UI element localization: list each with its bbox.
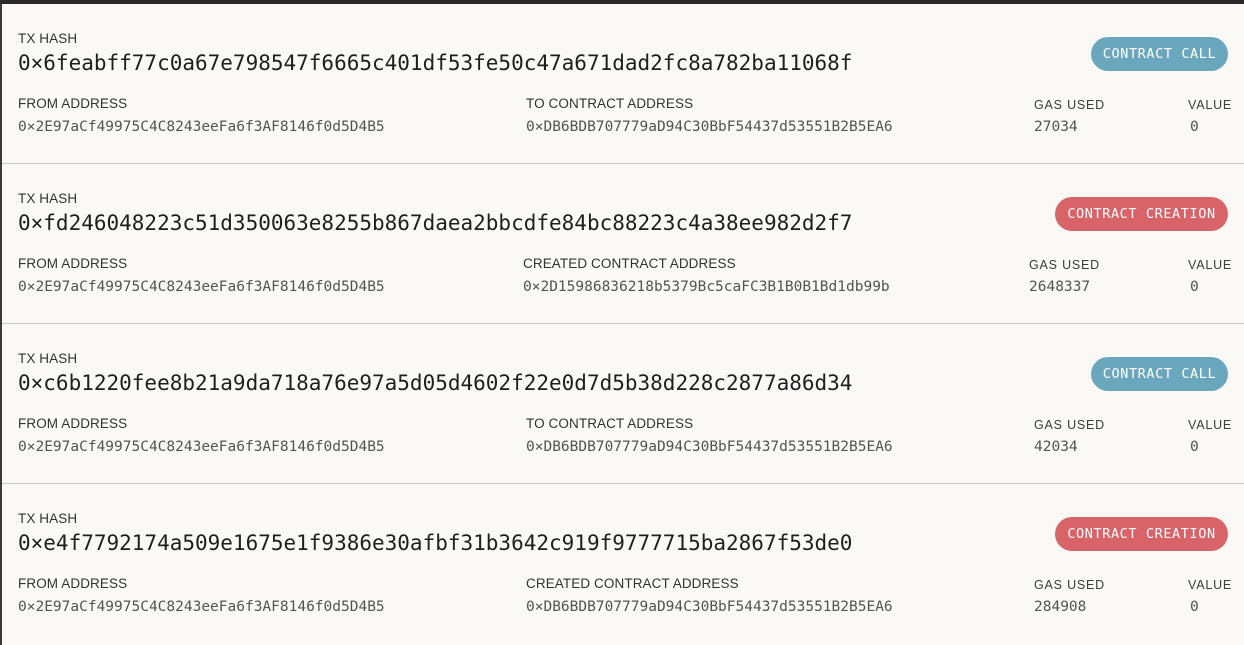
- tx-hash-value: 0×fd246048223c51d350063e8255b867daea2bbc…: [18, 211, 853, 235]
- transaction-item[interactable]: TX HASH 0×6feabff77c0a67e798547f6665c401…: [2, 4, 1244, 164]
- gas-used-value: 42034: [1034, 439, 1078, 455]
- from-address-label: FROM ADDRESS: [18, 416, 128, 431]
- to-contract-address-value: 0×DB6BDB707779aD94C30BbF54437d53551B2B5E…: [526, 119, 893, 135]
- value-label: VALUE: [1188, 418, 1233, 432]
- tx-hash-value: 0×e4f7792174a509e1675e1f9386e30afbf31b36…: [18, 531, 853, 555]
- value-value: 0: [1190, 439, 1199, 455]
- from-address-value: 0×2E97aCf49975C4C8243eeFa6f3AF8146f0d5D4…: [18, 439, 385, 455]
- gas-used-value: 27034: [1034, 119, 1078, 135]
- contract-creation-badge[interactable]: CONTRACT CREATION: [1055, 197, 1228, 231]
- from-address-value: 0×2E97aCf49975C4C8243eeFa6f3AF8146f0d5D4…: [18, 279, 385, 295]
- from-address-value: 0×2E97aCf49975C4C8243eeFa6f3AF8146f0d5D4…: [18, 119, 385, 135]
- gas-used-value: 284908: [1034, 599, 1087, 615]
- value-value: 0: [1190, 279, 1199, 295]
- created-contract-address-label: CREATED CONTRACT ADDRESS: [526, 576, 739, 591]
- created-contract-address-value: 0×2D15986836218b5379Bc5caFC3B1B0B1Bd1db9…: [523, 279, 890, 295]
- tx-hash-label: TX HASH: [18, 351, 78, 366]
- gas-used-label: GAS USED: [1029, 258, 1100, 272]
- value-label: VALUE: [1188, 98, 1233, 112]
- gas-used-label: GAS USED: [1034, 578, 1105, 592]
- to-contract-address-label: TO CONTRACT ADDRESS: [526, 416, 694, 431]
- tx-hash-value: 0×6feabff77c0a67e798547f6665c401df53fe50…: [18, 51, 853, 75]
- contract-call-badge[interactable]: CONTRACT CALL: [1091, 357, 1228, 391]
- tx-hash-label: TX HASH: [18, 511, 78, 526]
- value-label: VALUE: [1188, 578, 1233, 592]
- gas-used-label: GAS USED: [1034, 98, 1105, 112]
- from-address-label: FROM ADDRESS: [18, 96, 128, 111]
- created-contract-address-value: 0×DB6BDB707779aD94C30BbF54437d53551B2B5E…: [526, 599, 893, 615]
- transaction-item[interactable]: TX HASH 0×fd246048223c51d350063e8255b867…: [2, 164, 1244, 324]
- gas-used-value: 2648337: [1029, 279, 1091, 295]
- tx-hash-value: 0×c6b1220fee8b21a9da718a76e97a5d05d4602f…: [18, 371, 853, 395]
- value-label: VALUE: [1188, 258, 1233, 272]
- value-value: 0: [1190, 599, 1199, 615]
- transaction-item[interactable]: TX HASH 0×c6b1220fee8b21a9da718a76e97a5d…: [2, 324, 1244, 484]
- contract-call-badge[interactable]: CONTRACT CALL: [1091, 37, 1228, 71]
- created-contract-address-label: CREATED CONTRACT ADDRESS: [523, 256, 736, 271]
- to-contract-address-label: TO CONTRACT ADDRESS: [526, 96, 694, 111]
- tx-hash-label: TX HASH: [18, 191, 78, 206]
- tx-hash-label: TX HASH: [18, 31, 78, 46]
- transactions-list: TX HASH 0×6feabff77c0a67e798547f6665c401…: [0, 4, 1244, 645]
- from-address-label: FROM ADDRESS: [18, 576, 128, 591]
- value-value: 0: [1190, 119, 1199, 135]
- from-address-value: 0×2E97aCf49975C4C8243eeFa6f3AF8146f0d5D4…: [18, 599, 385, 615]
- to-contract-address-value: 0×DB6BDB707779aD94C30BbF54437d53551B2B5E…: [526, 439, 893, 455]
- transaction-item[interactable]: TX HASH 0×e4f7792174a509e1675e1f9386e30a…: [2, 484, 1244, 644]
- gas-used-label: GAS USED: [1034, 418, 1105, 432]
- from-address-label: FROM ADDRESS: [18, 256, 128, 271]
- contract-creation-badge[interactable]: CONTRACT CREATION: [1055, 517, 1228, 551]
